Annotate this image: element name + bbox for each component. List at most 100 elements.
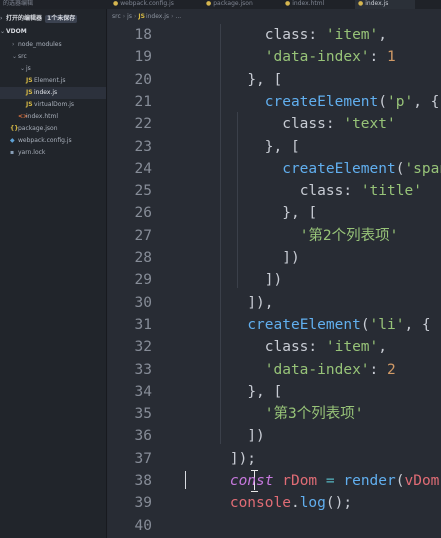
code-line[interactable]: 23 }, [: [108, 136, 441, 158]
tree-item-virtualdom-js[interactable]: JSvirtualDom.js: [0, 99, 106, 111]
code-token: ]): [282, 250, 300, 266]
code-line[interactable]: 40: [108, 515, 441, 537]
code-line[interactable]: 29 ]): [108, 269, 441, 291]
open-editors-section[interactable]: › 打开的编辑器 1个未保存: [0, 13, 106, 25]
project-root[interactable]: ⌄VDOM: [0, 26, 106, 38]
html-file-icon: ●: [285, 0, 291, 7]
tab-package-json[interactable]: ● package.json: [203, 0, 263, 9]
code-token: createElement: [264, 93, 379, 110]
tab-webpack-config[interactable]: ● webpack.config.js: [110, 0, 185, 9]
code-line[interactable]: 22 class: 'text': [108, 113, 441, 135]
code-editor[interactable]: 18 class: 'item', 19 'data-index': 1 20 },…: [108, 24, 441, 538]
code-line[interactable]: 30 ]),: [108, 292, 441, 314]
code-text: class: 'item',: [108, 24, 387, 46]
tree-item-node-modules[interactable]: › node_modules: [0, 39, 106, 51]
tree-item-yarn-lock[interactable]: ▪ yarn.lock: [0, 147, 106, 159]
code-line[interactable]: 24 createElement('span', {: [108, 158, 441, 180]
code-text: }, [: [108, 136, 300, 158]
tab-label: index.js: [365, 0, 389, 7]
code-line[interactable]: 18 class: 'item',: [108, 24, 441, 46]
code-line[interactable]: 25 class: 'title': [108, 180, 441, 202]
breadcrumb-js[interactable]: js: [127, 13, 132, 20]
code-line[interactable]: 33 'data-index': 2: [108, 359, 441, 381]
code-token: ]): [247, 428, 265, 445]
webpack-file-icon: ◆: [10, 137, 15, 144]
breadcrumb-src[interactable]: src: [112, 13, 121, 20]
js-file-icon: JS: [26, 89, 33, 96]
chevron-right-icon: ›: [171, 13, 174, 20]
code-text: ]): [108, 425, 265, 447]
code-token: 2: [387, 361, 396, 378]
code-token: ]);: [229, 450, 257, 467]
code-line[interactable]: 20 }, [: [108, 69, 441, 91]
tree-item-index-js[interactable]: JSindex.js: [0, 87, 106, 99]
tree-item-label: index.js: [34, 89, 58, 96]
tab-index-js[interactable]: ● index.js: [355, 0, 415, 9]
tab-0[interactable]: 的选器编辑: [0, 0, 66, 9]
line-number: 40: [134, 517, 152, 534]
code-line[interactable]: 32 class: 'item',: [108, 336, 441, 358]
tree-item-index-html[interactable]: <>index.html: [0, 111, 106, 123]
code-line[interactable]: 37 ]);: [108, 448, 441, 470]
code-line[interactable]: 39 console.log();: [108, 492, 441, 514]
code-token: 'data-index': [264, 361, 370, 378]
code-token: ]),: [247, 294, 274, 311]
code-line[interactable]: 19 'data-index': 1: [108, 46, 441, 68]
breadcrumb-file[interactable]: index.js: [146, 13, 169, 20]
tab-index-html[interactable]: ● index.html: [282, 0, 342, 9]
chevron-right-icon: ›: [133, 13, 137, 20]
tree-item-webpack-config[interactable]: ◆ webpack.config.js: [0, 135, 106, 147]
code-text: ]),: [108, 292, 274, 314]
code-text: class: 'text': [108, 113, 396, 135]
code-line[interactable]: 28 ]): [108, 247, 441, 269]
code-line[interactable]: 27 '第2个列表项': [108, 225, 441, 247]
tree-item-src[interactable]: ⌄src: [0, 51, 106, 63]
json-file-icon: {}: [10, 125, 19, 132]
code-token: (: [378, 93, 387, 110]
tab-label: index.html: [292, 0, 325, 7]
code-line[interactable]: 26 }, [: [108, 202, 441, 224]
code-token: , {: [404, 316, 431, 333]
tree-item-js[interactable]: ⌄js: [0, 63, 106, 75]
tab-label: 的选器编辑: [3, 0, 34, 7]
tree-item-element-js[interactable]: JSElement.js: [0, 75, 106, 87]
tree-item-package-json[interactable]: {}package.json: [0, 123, 106, 135]
code-token: ,: [378, 339, 388, 356]
code-token: class: [282, 116, 326, 133]
code-line[interactable]: 21 createElement('p', {: [108, 91, 441, 113]
code-token: ();: [325, 495, 353, 512]
code-token: const: [229, 473, 274, 489]
editor-tab-bar: 的选器编辑 ● webpack.config.js ● package.json ●…: [0, 0, 441, 9]
code-line[interactable]: 38 const rDom = render(vDom);: [108, 470, 441, 492]
breadcrumb: src › js › JSindex.js ›...: [108, 9, 441, 24]
code-token: =: [325, 473, 335, 489]
code-line[interactable]: 34 }, [: [108, 381, 441, 403]
code-token: .: [290, 495, 300, 512]
code-line[interactable]: 36 ]): [108, 425, 441, 447]
code-text: }, [: [108, 69, 282, 91]
tree-item-label: src: [18, 53, 27, 60]
breadcrumb-symbol[interactable]: ...: [175, 13, 181, 20]
code-text: createElement('span', {: [108, 158, 441, 180]
code-line[interactable]: 31 createElement('li', {: [108, 314, 441, 336]
code-line[interactable]: 35 '第3个列表项': [108, 403, 441, 425]
code-token: :: [308, 27, 326, 43]
code-token: '第2个列表项': [299, 227, 399, 244]
code-token: console: [229, 495, 291, 512]
tab-label: package.json: [213, 0, 253, 7]
code-text: '第3个列表项': [108, 403, 364, 425]
js-file-icon: ●: [358, 0, 364, 7]
code-text: '第2个列表项': [108, 225, 399, 247]
